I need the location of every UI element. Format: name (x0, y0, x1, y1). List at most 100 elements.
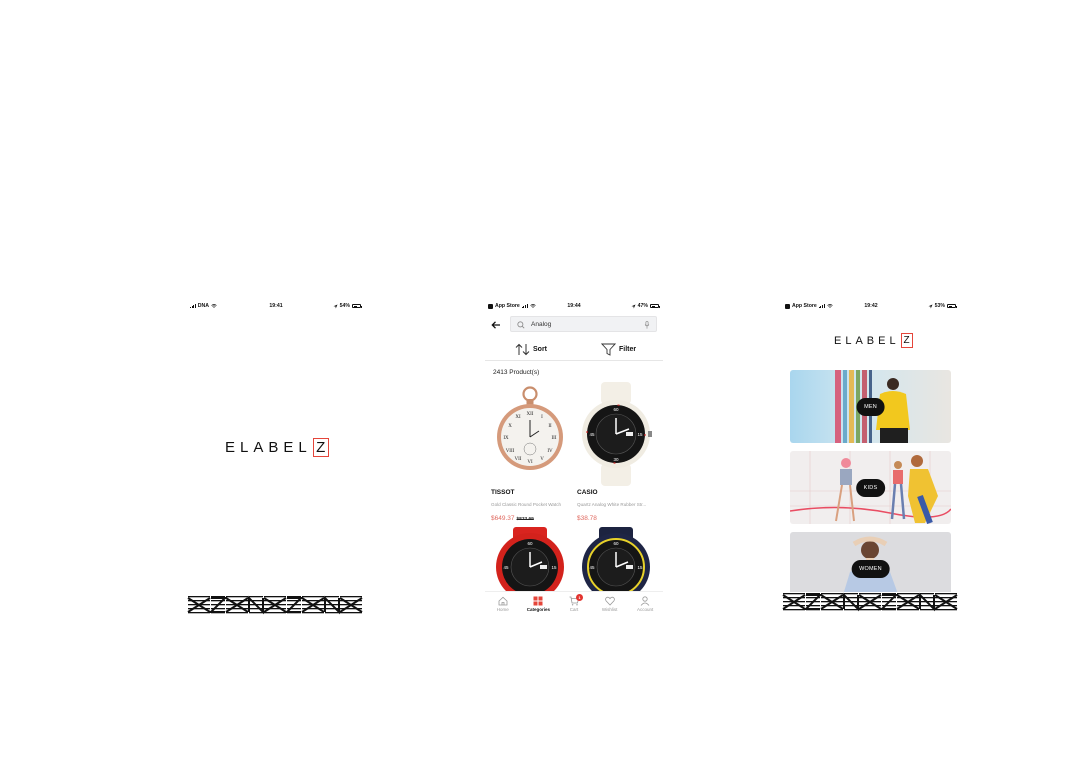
svg-text:VII: VII (515, 457, 522, 462)
logo-accent: Z (900, 333, 913, 348)
pattern-block (263, 596, 287, 614)
filter-label: Filter (619, 346, 637, 353)
microphone-icon[interactable] (644, 320, 650, 329)
home-icon (498, 596, 508, 606)
pattern-block (339, 596, 363, 614)
sort-arrows-icon (515, 343, 530, 356)
tab-label: Wishlist (601, 607, 618, 612)
pattern-block (208, 596, 228, 614)
pattern-block (284, 596, 304, 614)
svg-text:45: 45 (589, 432, 595, 437)
svg-text:IV: IV (547, 449, 553, 454)
pattern-block (820, 593, 844, 611)
product-price: $649.37 $833.69 (491, 515, 534, 522)
logo-text: ELABEL (834, 334, 900, 347)
svg-text:60: 60 (613, 407, 619, 412)
tab-cart[interactable]: 1 Cart (556, 592, 592, 616)
sort-label: Sort (533, 346, 547, 353)
pattern-block (324, 595, 340, 615)
filter-button[interactable]: Filter (601, 343, 636, 356)
svg-text:III: III (552, 436, 557, 441)
heart-icon (604, 596, 615, 606)
svg-text:VI: VI (527, 460, 533, 465)
status-bar: DNA 19:41 54% (187, 300, 365, 313)
product-price: $38.78 (577, 515, 597, 522)
pattern-block (225, 596, 249, 614)
tab-categories[interactable]: Categories (521, 592, 557, 616)
pattern-block (301, 596, 325, 614)
svg-text:V: V (540, 457, 544, 462)
search-input[interactable]: Analog (510, 316, 657, 332)
back-arrow-icon[interactable] (491, 320, 501, 330)
svg-text:45: 45 (589, 565, 595, 570)
user-icon (640, 596, 650, 606)
location-arrow-icon (631, 304, 636, 308)
pattern-block (879, 593, 899, 611)
status-bar: App Store 19:44 47% (485, 300, 663, 313)
tab-home[interactable]: Home (485, 592, 521, 616)
category-label: KIDS (855, 478, 886, 497)
original-price: $833.69 (516, 517, 534, 522)
location-arrow-icon (928, 304, 933, 308)
logo-text: ELABEL (225, 439, 312, 456)
category-kids[interactable]: KIDS (790, 451, 951, 524)
svg-text:II: II (548, 424, 552, 429)
product-brand: CASIO (577, 489, 598, 496)
product-count: 2413 Product(s) (493, 369, 540, 376)
casio-white-watch-image: 60 15 30 45 (582, 382, 652, 486)
tab-label: Cart (569, 607, 579, 612)
category-label: WOMEN (851, 559, 890, 578)
tab-account[interactable]: Account (627, 592, 663, 616)
product-name: Gold Classic Round Pocket Watch (491, 502, 562, 507)
pattern-block (782, 593, 806, 611)
tribal-pattern-footer (187, 595, 365, 615)
filter-funnel-icon (601, 343, 616, 356)
logo-accent: Z (312, 438, 329, 457)
svg-text:30: 30 (613, 457, 619, 462)
tab-label: Home (496, 607, 509, 612)
search-value: Analog (531, 320, 552, 328)
tab-label: Account (637, 607, 654, 612)
pattern-block (843, 592, 859, 612)
elabelz-logo: ELABEL Z (834, 333, 913, 348)
category-men[interactable]: MEN (790, 370, 951, 443)
sort-filter-bar: Sort Filter (485, 340, 663, 361)
product-name: Quartz Analog White Rubber Str... (577, 502, 647, 507)
svg-text:XII: XII (527, 412, 534, 417)
sale-price: $38.78 (577, 515, 597, 522)
category-label: MEN (856, 397, 885, 416)
svg-text:15: 15 (637, 565, 643, 570)
pattern-block (858, 593, 882, 611)
svg-text:45: 45 (503, 565, 509, 570)
svg-text:60: 60 (527, 541, 533, 546)
pocket-watch-image: XIIIIIVIIX IIIIVV VIIVIIIXXI (497, 386, 563, 470)
battery-icon (352, 304, 362, 308)
svg-text:VIII: VIII (506, 449, 515, 454)
categories-screen: App Store 19:42 53% ELABEL Z MEN KIDS WO… (782, 300, 960, 616)
battery-icon (650, 304, 660, 308)
svg-text:15: 15 (637, 432, 643, 437)
status-bar: App Store 19:42 53% (782, 300, 960, 313)
pattern-block (919, 592, 935, 612)
svg-text:60: 60 (613, 541, 619, 546)
battery-icon (947, 304, 957, 308)
splash-screen: DNA 19:41 54% ELABEL Z (187, 300, 365, 616)
pattern-block (248, 595, 264, 615)
battery-percent: 53% (934, 303, 945, 309)
pattern-block (187, 596, 211, 614)
battery-percent: 54% (339, 303, 350, 309)
pattern-block (896, 593, 920, 611)
location-arrow-icon (333, 304, 338, 308)
sale-price: $649.37 (491, 515, 515, 522)
product-brand: TISSOT (491, 489, 515, 496)
pattern-block (803, 593, 823, 611)
cart-badge: 1 (575, 594, 583, 601)
tribal-pattern-footer (782, 592, 960, 612)
svg-text:IX: IX (503, 436, 509, 441)
svg-text:XI: XI (515, 415, 521, 420)
tab-wishlist[interactable]: Wishlist (592, 592, 628, 616)
sort-button[interactable]: Sort (515, 343, 547, 356)
svg-text:15: 15 (551, 565, 557, 570)
battery-percent: 47% (637, 303, 648, 309)
svg-text:X: X (508, 424, 512, 429)
